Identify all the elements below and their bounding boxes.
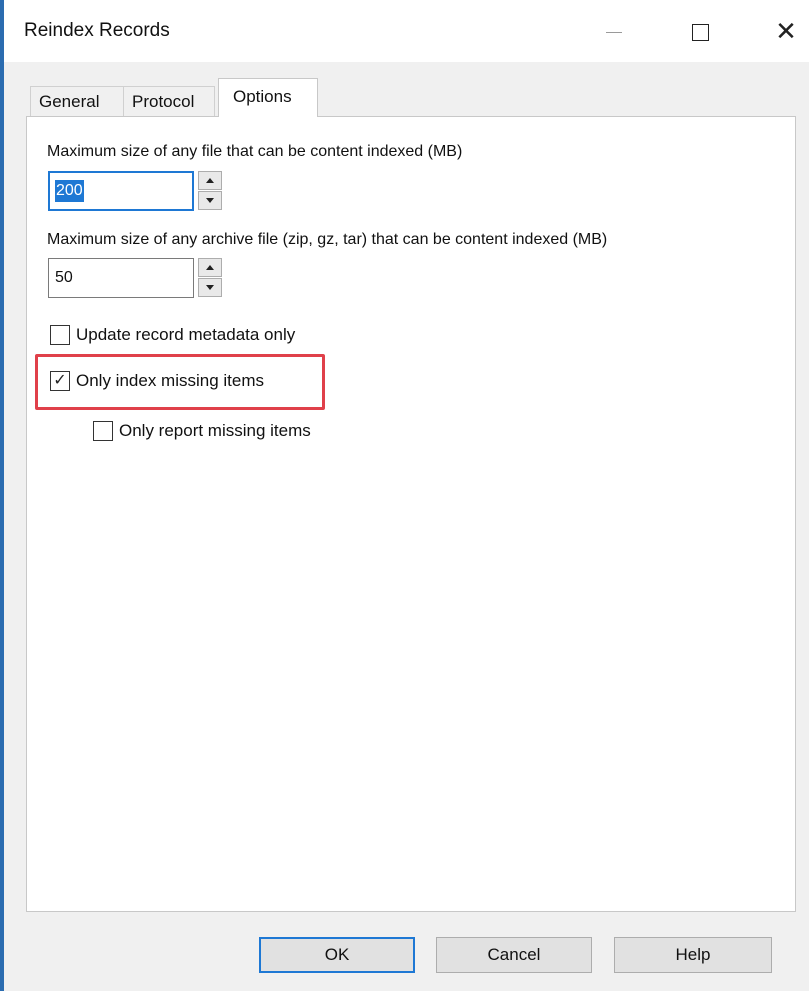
tab-options[interactable]: Options: [218, 78, 318, 117]
options-panel: Maximum size of any file that can be con…: [26, 116, 796, 912]
close-icon: ✕: [775, 17, 797, 47]
ok-button[interactable]: OK: [259, 937, 415, 973]
minimize-icon: [606, 31, 622, 33]
update-metadata-label: Update record metadata only: [76, 325, 296, 344]
max-archive-size-spinner: [48, 258, 224, 298]
max-file-size-increment-button[interactable]: [198, 171, 222, 190]
only-report-missing-checkbox[interactable]: [93, 421, 113, 441]
max-archive-size-decrement-button[interactable]: [198, 278, 222, 297]
max-file-size-stepper: [198, 171, 222, 211]
window-title: Reindex Records: [24, 20, 170, 41]
maximize-button[interactable]: [674, 10, 726, 54]
only-index-missing-option[interactable]: ✓ Only index missing items: [50, 371, 264, 391]
window-border: [0, 0, 4, 991]
minimize-button[interactable]: [588, 10, 640, 54]
help-button[interactable]: Help: [614, 937, 772, 973]
only-report-missing-label: Only report missing items: [119, 421, 311, 440]
max-file-size-decrement-button[interactable]: [198, 191, 222, 210]
only-report-missing-option[interactable]: Only report missing items: [93, 421, 311, 441]
arrow-up-icon: [206, 178, 214, 183]
tab-general[interactable]: General: [30, 86, 124, 116]
close-button[interactable]: ✕: [760, 10, 809, 54]
cancel-button[interactable]: Cancel: [436, 937, 592, 973]
maximize-icon: [691, 23, 709, 41]
max-file-size-label: Maximum size of any file that can be con…: [47, 143, 463, 160]
checkmark-icon: ✓: [53, 372, 67, 389]
reindex-records-dialog: Reindex Records ✕ General Protocol Optio…: [0, 0, 809, 991]
update-metadata-option[interactable]: Update record metadata only: [50, 325, 295, 345]
only-index-missing-label: Only index missing items: [76, 371, 265, 390]
max-file-size-spinner: 200: [48, 171, 224, 211]
max-archive-size-stepper: [198, 258, 222, 298]
only-index-missing-checkbox[interactable]: ✓: [50, 371, 70, 391]
max-archive-size-label: Maximum size of any archive file (zip, g…: [47, 231, 608, 248]
max-archive-size-input[interactable]: [48, 258, 194, 298]
arrow-down-icon: [206, 198, 214, 203]
arrow-down-icon: [206, 285, 214, 290]
max-archive-size-increment-button[interactable]: [198, 258, 222, 277]
max-file-size-selected-text: 200: [55, 180, 84, 202]
title-bar[interactable]: Reindex Records ✕: [4, 0, 809, 62]
tab-protocol[interactable]: Protocol: [123, 86, 215, 116]
arrow-up-icon: [206, 265, 214, 270]
resize-grip-icon[interactable]: [795, 977, 805, 987]
update-metadata-checkbox[interactable]: [50, 325, 70, 345]
